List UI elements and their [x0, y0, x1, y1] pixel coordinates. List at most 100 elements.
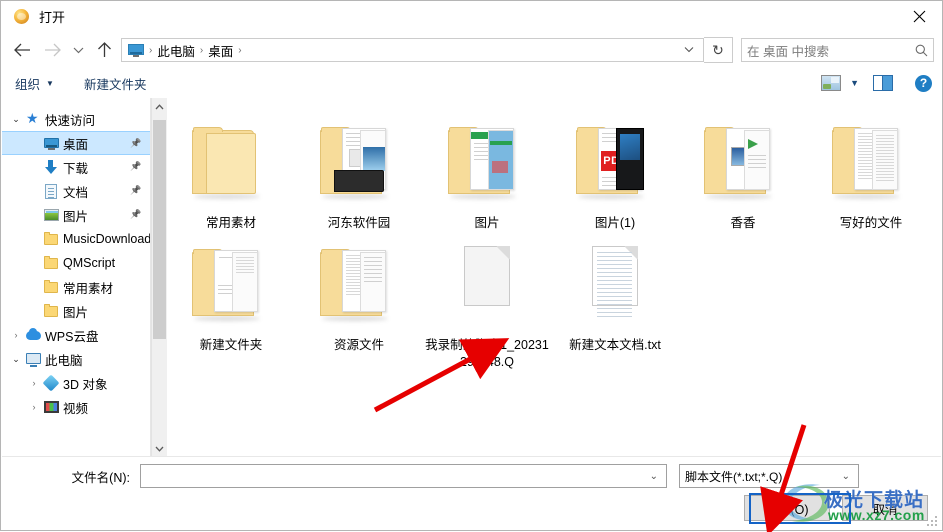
navigation-bar: › 此电脑 › 桌面 › ↻ 在 桌面 中搜索 — [1, 32, 942, 68]
sidebar-item-label: 文档 — [63, 185, 89, 200]
search-box[interactable]: 在 桌面 中搜索 — [741, 38, 934, 62]
up-button[interactable] — [89, 35, 119, 65]
folder-icon — [43, 279, 60, 296]
file-item-label: 图片(1) — [594, 216, 636, 230]
file-item-label: 资源文件 — [333, 338, 384, 352]
folder-green-icon — [442, 116, 532, 208]
file-item[interactable]: 新建文本文档.txt — [551, 232, 679, 371]
sidebar-item-5[interactable]: MusicDownload — [2, 227, 150, 251]
search-input[interactable]: 在 桌面 中搜索 — [747, 41, 915, 60]
file-item[interactable]: 图片 — [423, 110, 551, 232]
address-dropdown-button[interactable] — [679, 45, 699, 56]
refresh-button[interactable]: ↻ — [704, 37, 733, 63]
folder-docs-icon — [314, 116, 404, 208]
sidebar-item-8[interactable]: 图片 — [2, 299, 150, 323]
recent-locations-button[interactable] — [67, 35, 89, 65]
breadcrumb-separator: › — [199, 44, 204, 56]
folder-icon — [43, 231, 60, 248]
file-type-filter-value: 脚本文件(*.txt;*.Q) — [685, 469, 783, 484]
address-bar[interactable]: › 此电脑 › 桌面 › — [121, 38, 704, 62]
help-icon[interactable]: ? — [915, 74, 932, 92]
sidebar-item-3[interactable]: 文档 📌 — [2, 179, 150, 203]
pin-icon[interactable]: 📌 — [130, 185, 141, 196]
pin-icon[interactable]: 📌 — [130, 161, 141, 172]
open-folder-globe-icon — [13, 8, 31, 26]
sidebar-item-label: 图片 — [63, 209, 89, 224]
breadcrumb-item-0[interactable]: 此电脑 — [154, 41, 198, 60]
chevron-down-icon — [155, 446, 164, 452]
sidebar-item-10[interactable]: ⌄ 此电脑 — [2, 347, 150, 371]
view-dropdown-button[interactable]: ▼ — [850, 78, 859, 88]
sidebar-item-4[interactable]: 图片 📌 — [2, 203, 150, 227]
sidebar-item-0[interactable]: ⌄ 快速访问 — [2, 107, 150, 131]
sidebar-item-label: WPS云盘 — [45, 329, 99, 344]
file-item-label: 常用素材 — [205, 216, 256, 230]
sidebar-item-9[interactable]: › WPS云盘 — [2, 323, 150, 347]
sidebar-item-label: QMScript — [63, 256, 116, 270]
file-list-pane[interactable]: 常用素材 河东软件园 图片 PDF 图片(1) 香香 写好的文件新建文件夹 资源文件 我录制的脚… — [167, 98, 941, 457]
folder-plain-icon — [186, 116, 276, 208]
chevron-icon[interactable]: › — [26, 378, 42, 388]
download-icon — [43, 159, 60, 176]
sidebar-item-6[interactable]: QMScript — [2, 251, 150, 275]
sidebar-item-1[interactable]: 桌面 📌 — [2, 131, 150, 155]
cloud-icon — [25, 327, 42, 344]
chevron-icon[interactable]: › — [26, 402, 42, 412]
file-type-filter[interactable]: 脚本文件(*.txt;*.Q) ⌄ — [679, 464, 859, 488]
resize-gripper[interactable] — [926, 515, 937, 526]
chevron-icon[interactable]: ⌄ — [8, 114, 24, 125]
pin-icon[interactable]: 📌 — [130, 138, 141, 149]
breadcrumb-item-1[interactable]: 桌面 — [205, 41, 236, 60]
open-button[interactable]: 打开(O) — [744, 495, 830, 521]
organize-label: 组织 — [15, 77, 41, 92]
forward-button[interactable] — [37, 35, 67, 65]
file-item[interactable]: PDF 图片(1) — [551, 110, 679, 232]
star-icon — [25, 110, 42, 128]
sidebar-item-label: MusicDownload — [63, 232, 151, 246]
file-item[interactable]: 写好的文件 — [807, 110, 935, 232]
file-item[interactable]: 河东软件园 — [295, 110, 423, 232]
sidebar-item-7[interactable]: 常用素材 — [2, 275, 150, 299]
scrollbar-thumb[interactable] — [153, 120, 166, 339]
pin-icon[interactable]: 📌 — [130, 209, 141, 220]
close-icon — [913, 10, 926, 23]
file-item[interactable]: 常用素材 — [167, 110, 295, 232]
sidebar-item-11[interactable]: › 3D 对象 — [2, 371, 150, 395]
sidebar-item-label: 图片 — [63, 305, 89, 320]
organize-button[interactable]: 组织 ▼ — [11, 74, 58, 93]
new-folder-button[interactable]: 新建文件夹 — [80, 74, 151, 93]
window-title: 打开 — [39, 10, 66, 25]
3d-objects-icon — [42, 374, 60, 392]
filename-input[interactable]: ⌄ — [140, 464, 667, 488]
file-item[interactable]: 新建文件夹 — [167, 232, 295, 371]
sidebar-item-label: 下载 — [63, 161, 89, 176]
pictures-icon — [43, 207, 60, 224]
folder-tree: ⌄ 快速访问桌面 📌 下载 📌 文档 📌 图片 📌 MusicDownload QMScript 常用… — [2, 98, 150, 419]
chevron-down-icon[interactable]: ⌄ — [642, 471, 666, 482]
navigation-pane-scrollbar[interactable] — [151, 98, 167, 457]
cancel-button[interactable]: 取消 — [842, 495, 928, 521]
file-txt-icon — [570, 238, 660, 330]
preview-pane-icon[interactable] — [873, 75, 893, 91]
view-layout-icon[interactable] — [821, 75, 842, 91]
chevron-down-icon: ▼ — [46, 78, 54, 88]
file-item[interactable]: 我录制的脚本1_20231291148.Q — [423, 232, 551, 371]
title-bar: 打开 — [1, 1, 942, 32]
sidebar-item-2[interactable]: 下载 📌 — [2, 155, 150, 179]
back-button[interactable] — [7, 35, 37, 65]
breadcrumb-separator: › — [238, 44, 242, 56]
scroll-up-button[interactable] — [152, 98, 167, 115]
chevron-down-icon[interactable]: ⌄ — [834, 471, 858, 482]
scroll-down-button[interactable] — [152, 440, 167, 457]
arrow-left-icon — [13, 43, 30, 57]
sidebar-item-12[interactable]: › 视频 — [2, 395, 150, 419]
file-item[interactable]: 香香 — [679, 110, 807, 232]
file-item[interactable]: 资源文件 — [295, 232, 423, 371]
chevron-icon[interactable]: ⌄ — [8, 354, 24, 365]
close-button[interactable] — [897, 1, 942, 32]
desktop-icon — [43, 135, 60, 152]
chevron-icon[interactable]: › — [8, 330, 24, 340]
sidebar-item-label: 视频 — [63, 401, 89, 416]
folder-icon — [43, 303, 60, 320]
file-item-label: 我录制的脚本1_20231291148.Q — [425, 338, 549, 369]
